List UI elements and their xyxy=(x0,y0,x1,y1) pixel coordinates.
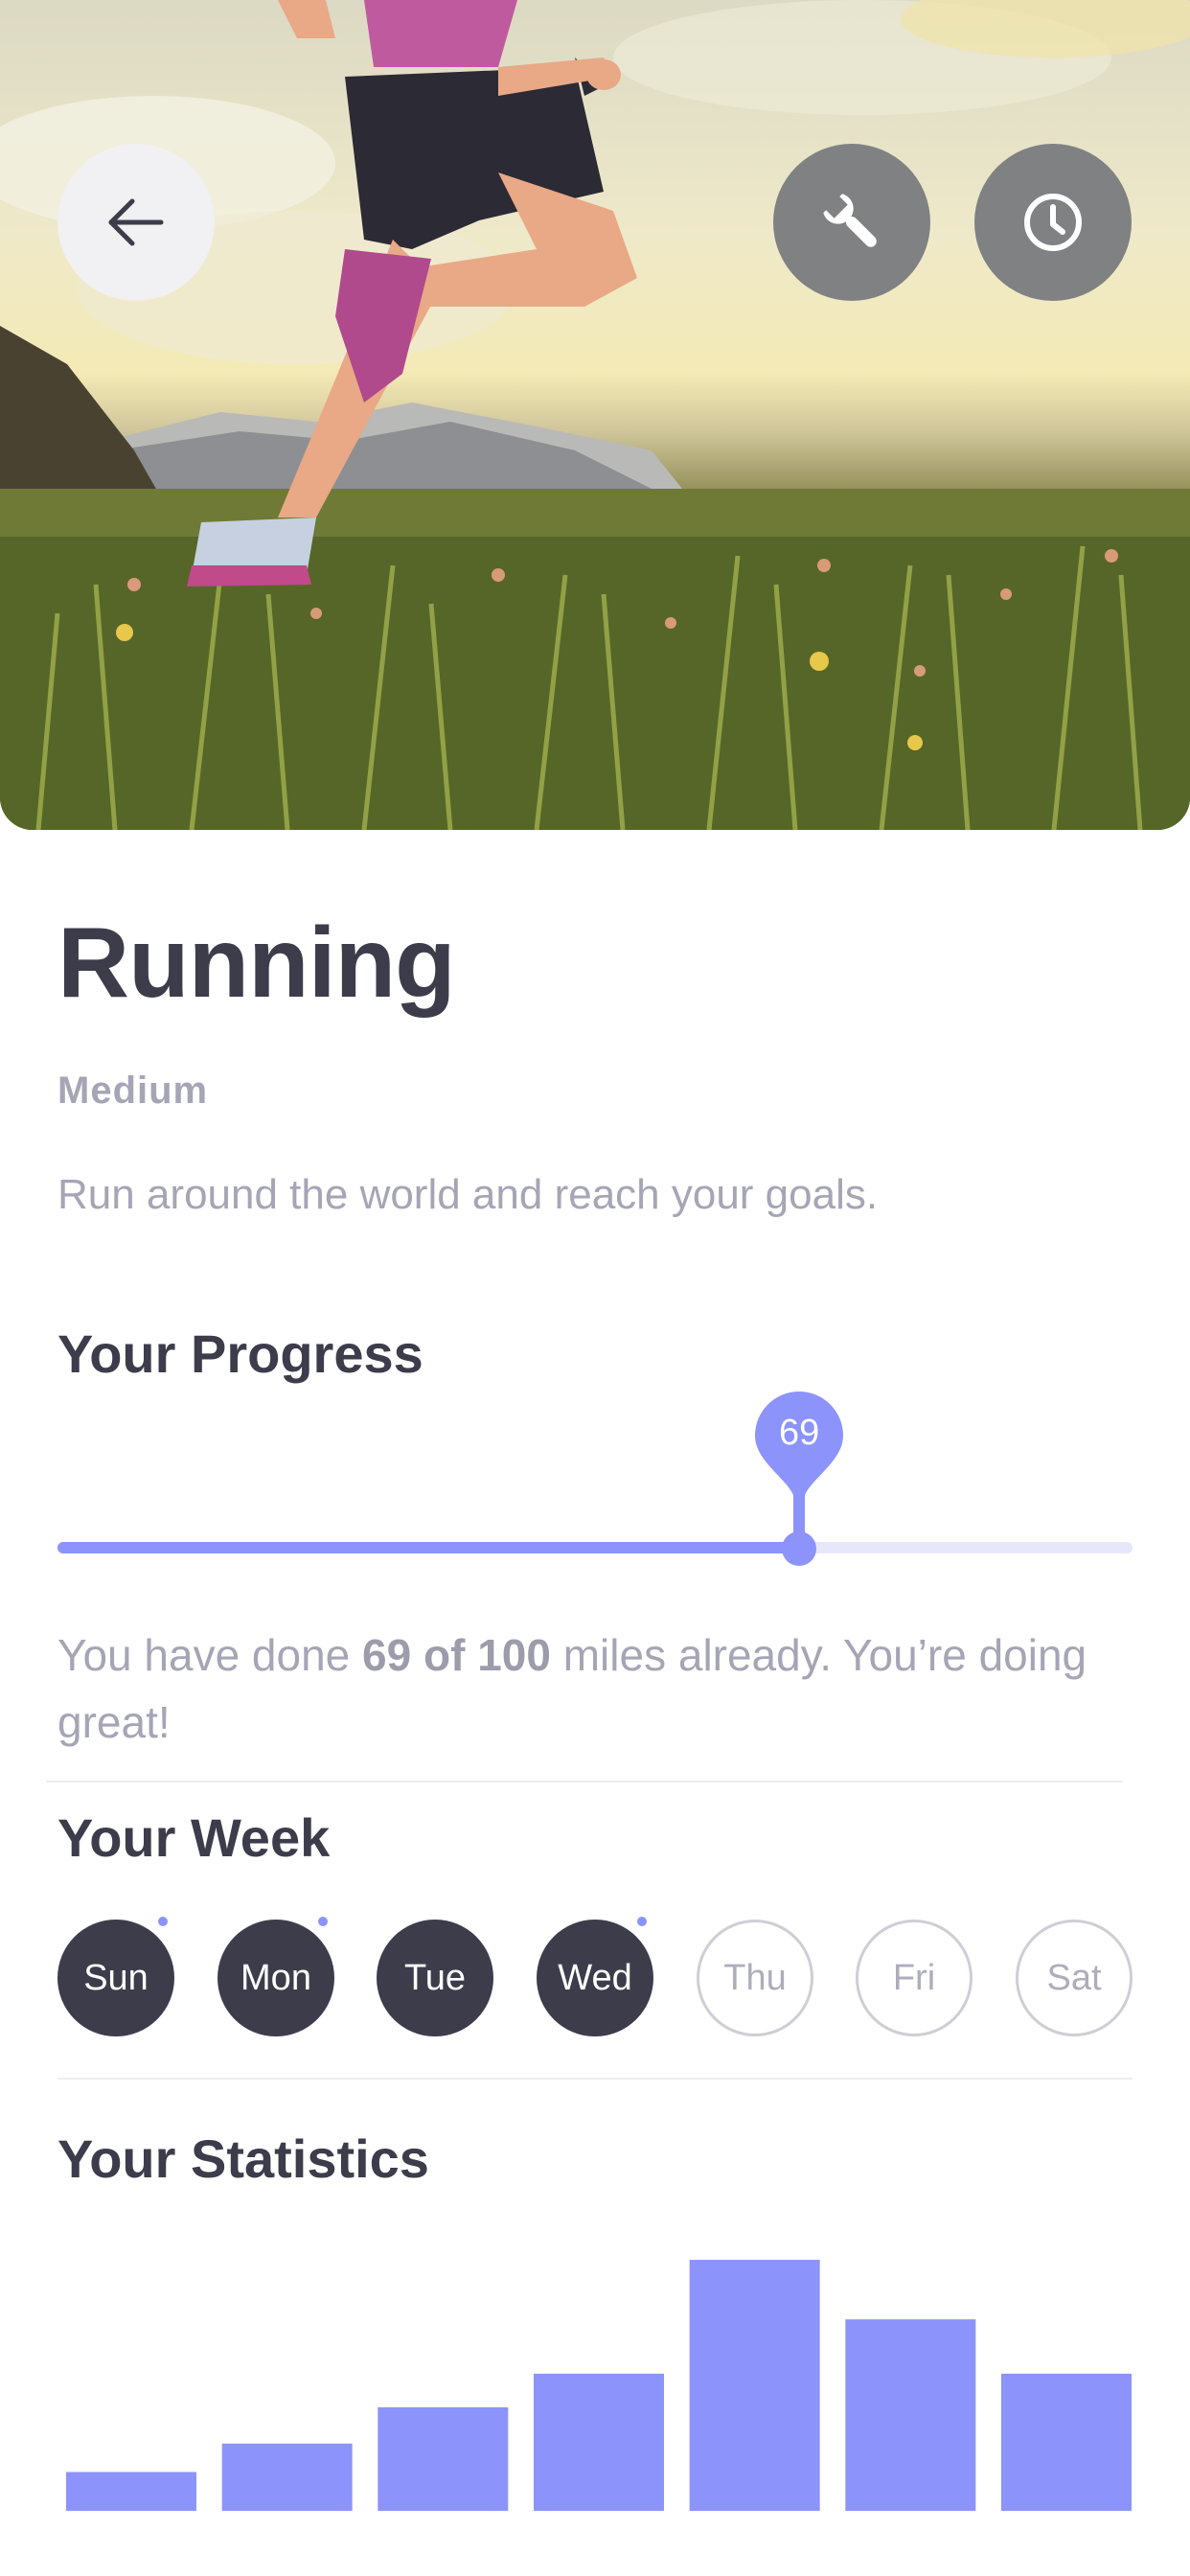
activity-title: Running xyxy=(57,908,456,1019)
progress-summary: You have done 69 of 100 miles already. Y… xyxy=(57,1622,1131,1756)
progress-value: 69 xyxy=(779,1413,820,1453)
progress-slider-thumb[interactable]: 69 xyxy=(753,1390,845,1572)
day-wed[interactable]: Wed xyxy=(537,1914,653,2036)
progress-text-bold: 69 of 100 xyxy=(362,1630,551,1680)
progress-fill xyxy=(57,1542,800,1553)
progress-heading: Your Progress xyxy=(57,1323,423,1384)
settings-button[interactable] xyxy=(773,144,930,301)
activity-dot xyxy=(155,1914,171,1929)
day-label: Thu xyxy=(723,1957,787,1998)
statistics-bar-chart xyxy=(66,2260,1132,2511)
chart-bar xyxy=(1001,2373,1132,2511)
divider xyxy=(46,1781,1123,1782)
day-fri[interactable]: Fri xyxy=(856,1920,973,2036)
chart-bar xyxy=(689,2260,820,2511)
day-label: Sun xyxy=(83,1957,149,1998)
divider xyxy=(57,2078,1133,2080)
chart-bar xyxy=(221,2443,353,2511)
history-button[interactable] xyxy=(974,144,1132,301)
difficulty-label: Medium xyxy=(57,1070,209,1112)
day-label: Wed xyxy=(558,1957,632,1998)
activity-dot xyxy=(634,1914,650,1929)
day-sat[interactable]: Sat xyxy=(1016,1920,1133,2036)
wrench-icon xyxy=(823,194,877,247)
day-label: Fri xyxy=(892,1957,936,1998)
day-mon[interactable]: Mon xyxy=(217,1914,334,2036)
back-button[interactable] xyxy=(57,144,215,301)
day-thu[interactable]: Thu xyxy=(697,1920,813,2036)
day-label: Mon xyxy=(240,1957,311,1998)
day-tue[interactable]: Tue xyxy=(377,1920,493,2036)
statistics-heading: Your Statistics xyxy=(57,2128,429,2189)
chart-bar xyxy=(534,2373,664,2511)
arrow-left-icon xyxy=(108,198,164,246)
chart-bar xyxy=(66,2472,196,2511)
activity-dot xyxy=(315,1914,331,1929)
clock-icon xyxy=(1024,194,1082,251)
chart-bar xyxy=(845,2319,976,2511)
runner-photo xyxy=(0,0,1190,830)
day-label: Tue xyxy=(403,1957,467,1998)
day-label: Sat xyxy=(1046,1957,1102,1998)
progress-track xyxy=(57,1542,1133,1553)
day-sun[interactable]: Sun xyxy=(57,1914,174,2036)
activity-description: Run around the world and reach your goal… xyxy=(57,1171,879,1218)
hero-image xyxy=(0,0,1190,830)
progress-text-prefix: You have done xyxy=(57,1630,363,1680)
week-heading: Your Week xyxy=(57,1807,331,1868)
week-days: Sun Mon Tue Wed Thu Fri Sat xyxy=(57,1914,1133,2038)
chart-bar xyxy=(378,2407,509,2511)
